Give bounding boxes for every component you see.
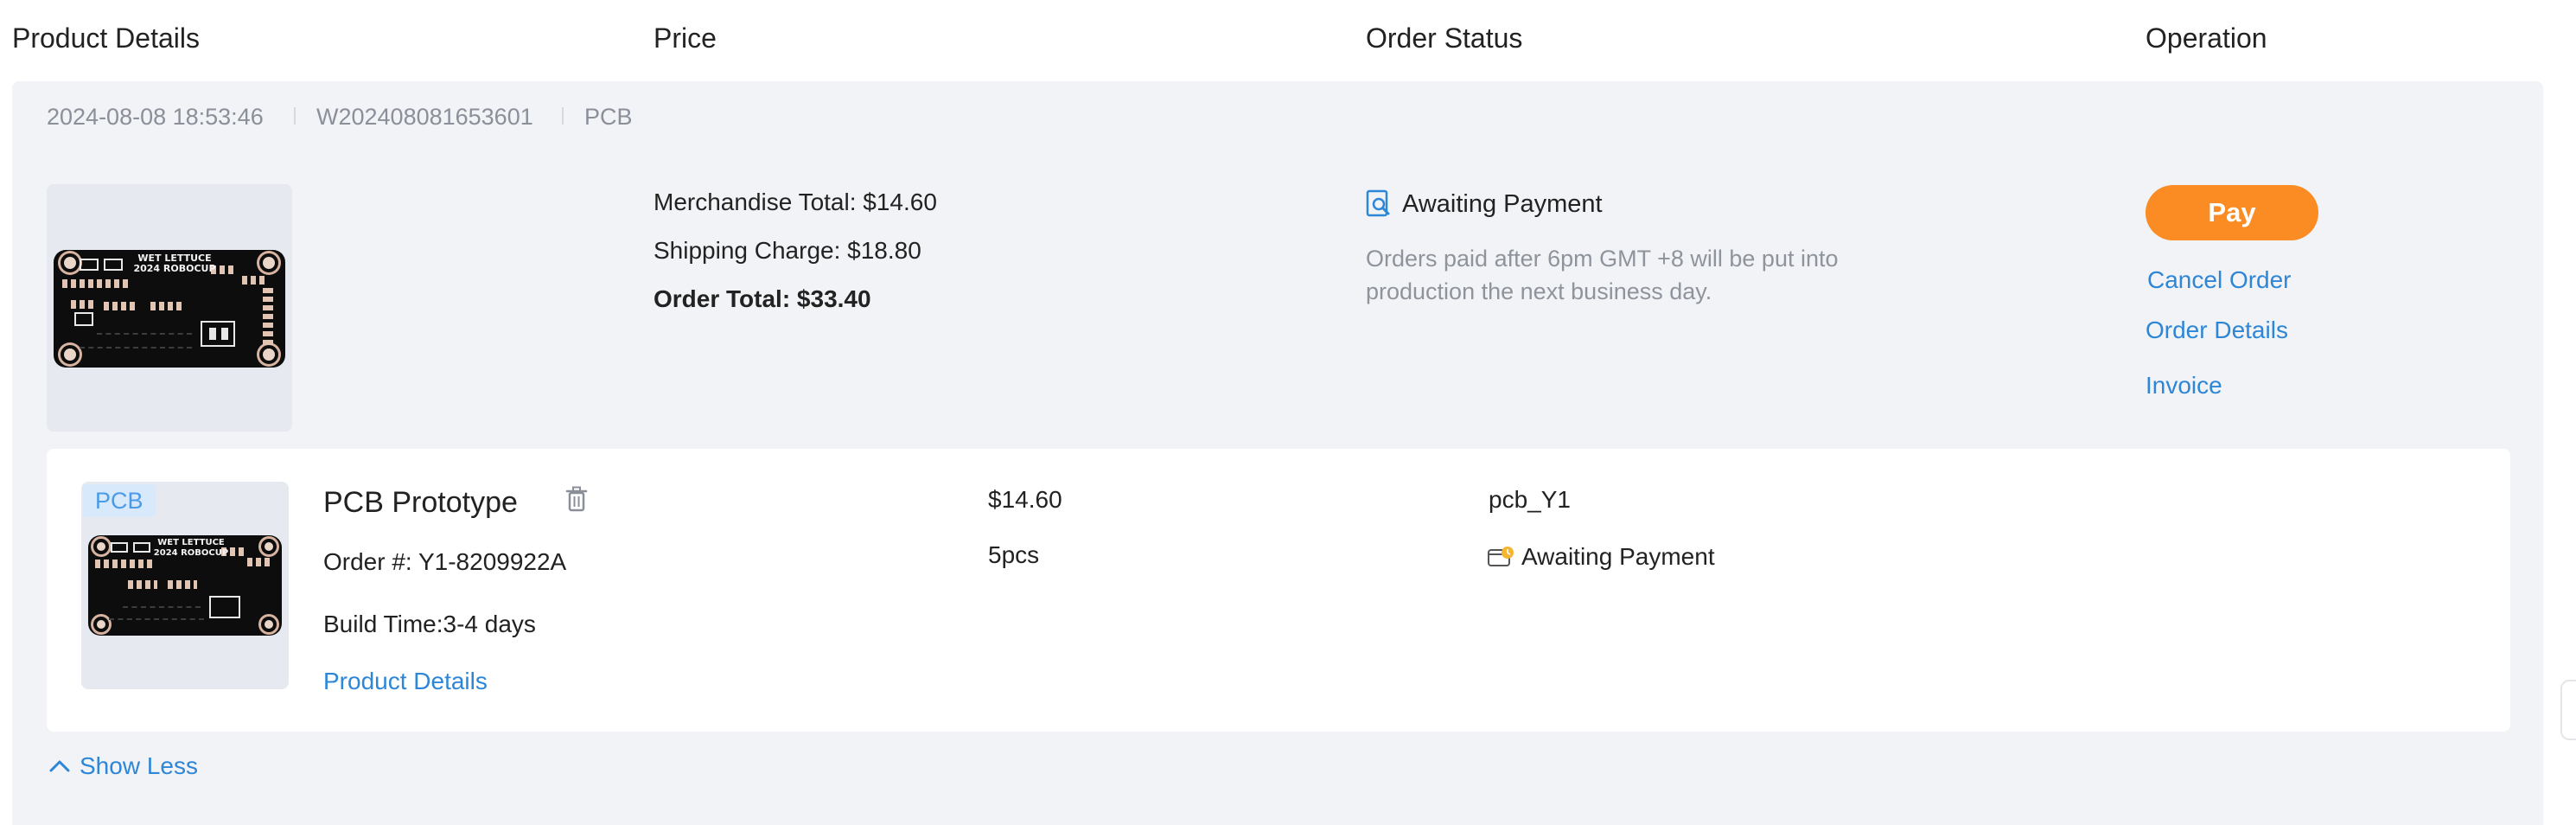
header-price: Price: [654, 22, 717, 54]
category-tag: PCB: [83, 484, 156, 517]
trash-icon[interactable]: [565, 486, 588, 512]
shipping-charge: Shipping Charge: $18.80: [654, 237, 921, 264]
order-total: Order Total: $33.40: [654, 285, 871, 312]
wallet-clock-icon: [1487, 545, 1514, 569]
item-title: PCB Prototype: [323, 486, 518, 519]
order-date: 2024-08-08 18:53:46: [47, 104, 264, 130]
pcb-board-image: WET LETTUCE 2024 ROBOCUP: [54, 250, 285, 368]
side-handle[interactable]: [2560, 680, 2576, 740]
order-thumbnail[interactable]: WET LETTUCE 2024 ROBOCUP: [47, 184, 292, 432]
item-order-number: Order #: Y1-8209922A: [323, 548, 567, 575]
product-details-link[interactable]: Product Details: [323, 668, 488, 695]
invoice-link[interactable]: Invoice: [2146, 372, 2222, 400]
item-quantity: 5pcs: [988, 541, 1040, 568]
show-less-link[interactable]: Show Less: [80, 752, 198, 780]
header-product-details: Product Details: [12, 22, 200, 54]
meta-divider: [562, 107, 564, 125]
pcb-board-image: WET LETTUCE 2024 ROBOCUP: [88, 535, 282, 636]
merchandise-total: Merchandise Total: $14.60: [654, 189, 937, 215]
item-build-time: Build Time:3-4 days: [323, 611, 536, 637]
order-number: W202408081653601: [316, 104, 533, 130]
header-order-status: Order Status: [1366, 22, 1523, 54]
item-status-text: Awaiting Payment: [1521, 543, 1715, 570]
search-document-icon: [1366, 189, 1392, 219]
pay-button[interactable]: Pay: [2146, 185, 2318, 240]
item-price: $14.60: [988, 486, 1062, 513]
cancel-order-link[interactable]: Cancel Order: [2147, 266, 2292, 294]
item-file-name: pcb_Y1: [1489, 486, 1571, 513]
order-status-text: Awaiting Payment: [1402, 190, 1603, 218]
order-details-link[interactable]: Order Details: [2146, 317, 2288, 344]
header-operation: Operation: [2146, 22, 2267, 54]
meta-divider: [294, 107, 296, 125]
status-note: Orders paid after 6pm GMT +8 will be put…: [1366, 246, 1839, 304]
chevron-up-icon[interactable]: [48, 758, 71, 773]
order-category: PCB: [584, 104, 633, 130]
